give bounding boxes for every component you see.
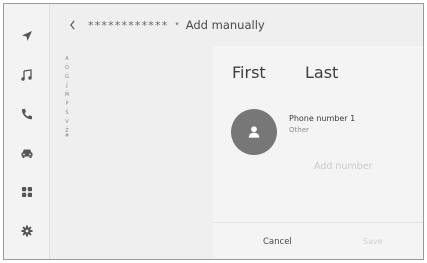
header: ************ • Add manually (50, 4, 423, 46)
car-icon[interactable] (4, 141, 50, 165)
apps-grid-icon[interactable] (4, 180, 50, 204)
breadcrumb-separator: • (174, 20, 180, 30)
content-area: A · D · G · J · M · P · S · V · Z # First Last Phone numb… (50, 46, 423, 259)
phone-number-label[interactable]: Phone number 1 (289, 114, 355, 123)
screen-frame: ************ • Add manually A · D · G · J · M · P ·… (3, 3, 424, 260)
alphabet-index[interactable]: A · D · G · J · M · P · S · V · Z # (63, 57, 71, 138)
nav-rail (4, 4, 50, 259)
music-note-icon[interactable] (4, 63, 50, 87)
last-name-field[interactable]: Last (305, 63, 338, 82)
settings-gear-icon[interactable] (4, 219, 50, 243)
navigation-arrow-icon[interactable] (4, 24, 50, 48)
first-name-field[interactable]: First (232, 63, 266, 82)
add-number-button[interactable]: Add number (314, 161, 373, 172)
save-button[interactable]: Save (363, 237, 383, 246)
phone-icon[interactable] (4, 102, 50, 126)
masked-contact-name: ************ (88, 18, 169, 32)
person-icon (248, 126, 260, 138)
action-bar: Cancel Save (213, 222, 423, 259)
breadcrumb: ************ • Add manually (88, 18, 265, 32)
contact-edit-panel: First Last Phone number 1 Other Add numb… (213, 46, 423, 259)
phone-type-label: Other (289, 126, 309, 134)
page-title: Add manually (185, 18, 265, 32)
chevron-left-icon[interactable] (66, 18, 78, 32)
avatar[interactable] (231, 109, 277, 155)
cancel-button[interactable]: Cancel (263, 237, 292, 247)
index-letter[interactable]: # (65, 133, 69, 139)
